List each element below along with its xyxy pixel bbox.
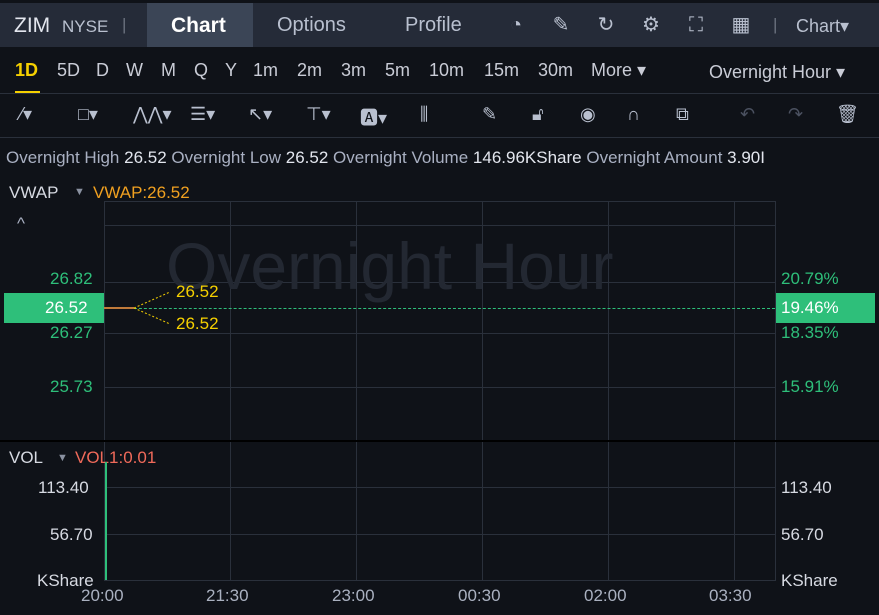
volume-bar: [105, 462, 107, 580]
tab-profile[interactable]: Profile: [405, 14, 462, 37]
tab-chart-label: Chart: [171, 14, 226, 37]
x-label: 03:30: [709, 586, 752, 605]
stats-bar: Overnight High 26.52 Overnight Low 26.52…: [6, 148, 765, 168]
exchange: NYSE: [62, 17, 109, 36]
divider: [0, 137, 879, 138]
y-label: 25.73: [50, 377, 93, 396]
y-pct-label: 15.91%: [781, 377, 839, 396]
tab-chart[interactable]: Chart: [147, 3, 253, 47]
y-label: 26.27: [50, 323, 93, 342]
chart-type-dropdown[interactable]: Chart▾: [796, 16, 849, 37]
divider: |: [773, 15, 778, 34]
divider: |: [122, 15, 127, 34]
gear-icon[interactable]: ⚙: [639, 13, 663, 37]
x-label: 20:00: [81, 586, 124, 605]
stat-label: Overnight Low: [171, 148, 282, 167]
period-5m[interactable]: 5m: [385, 60, 410, 81]
period-3m[interactable]: 3m: [341, 60, 366, 81]
vol-y-label: 113.40: [38, 478, 89, 497]
current-price: 26.52: [45, 298, 88, 317]
vol-unit: KShare: [781, 571, 838, 590]
candle-tool-icon[interactable]: ⫼: [420, 104, 428, 125]
caret-down-icon[interactable]: ▼: [57, 452, 68, 464]
price-series: [104, 307, 134, 309]
text-tool-icon[interactable]: 🅰▾: [360, 104, 387, 130]
current-pct: 19.46%: [781, 298, 839, 317]
y-pct-label: 18.35%: [781, 323, 839, 342]
collapse-icon[interactable]: ^: [17, 214, 25, 234]
undo-icon[interactable]: ↶: [740, 104, 755, 125]
session-dropdown[interactable]: Overnight Hour ▾: [709, 62, 845, 83]
redo-icon[interactable]: ↷: [788, 104, 803, 125]
stat-value: 146.96KShare: [472, 148, 582, 167]
vol-y-label: 113.40: [781, 478, 832, 497]
vwap-indicator-label[interactable]: VWAP: [9, 183, 58, 203]
tab-options[interactable]: Options: [277, 14, 346, 37]
unlock-icon[interactable]: 🔓︎: [532, 104, 544, 125]
vwap-value: VWAP:26.52: [93, 183, 190, 202]
callout-lines: [134, 291, 171, 325]
y-pct-label: 20.79%: [781, 269, 839, 288]
period-m[interactable]: M: [161, 60, 176, 81]
symbol: ZIM: [14, 14, 51, 37]
y-label: 26.82: [50, 269, 93, 288]
line-tool-icon[interactable]: ⁄▾: [20, 104, 32, 125]
period-30m[interactable]: 30m: [538, 60, 573, 81]
refresh-icon[interactable]: ↻: [594, 13, 618, 37]
low-callout: 26.52: [176, 314, 219, 333]
period-q[interactable]: Q: [194, 60, 208, 81]
period-more-dropdown[interactable]: More ▾: [591, 60, 646, 81]
arrow-tool-icon[interactable]: ↖▾: [248, 104, 272, 125]
stat-value: 26.52: [285, 148, 329, 167]
caret-down-icon[interactable]: ▼: [74, 186, 85, 198]
period-w[interactable]: W: [126, 60, 143, 81]
period-1d[interactable]: 1D: [15, 60, 38, 81]
vol-value: VOL1:0.01: [75, 448, 157, 467]
divider: [0, 93, 879, 94]
stat-value: 3.90I: [727, 148, 765, 167]
x-label: 00:30: [458, 586, 501, 605]
period-5d[interactable]: 5D: [57, 60, 80, 81]
pencil-icon[interactable]: ✎: [482, 104, 497, 125]
stat-label: Overnight Amount: [586, 148, 723, 167]
vol-y-label: 56.70: [781, 525, 824, 544]
period-y[interactable]: Y: [225, 60, 237, 81]
period-10m[interactable]: 10m: [429, 60, 464, 81]
speedometer-icon[interactable]: ◔: [504, 13, 528, 37]
x-label: 02:00: [584, 586, 627, 605]
fullscreen-icon[interactable]: ⛶: [684, 13, 708, 37]
period-d[interactable]: D: [96, 60, 109, 81]
grid-layout-icon[interactable]: ▦: [729, 13, 753, 37]
top-bar: ZIM NYSE | Chart Options Profile ◔ ✎ ↻ ⚙…: [0, 3, 879, 47]
vol-y-label: 56.70: [50, 525, 93, 544]
stat-label: Overnight Volume: [333, 148, 469, 167]
vol-indicator-label[interactable]: VOL: [9, 448, 43, 468]
x-label: 23:00: [332, 586, 375, 605]
stat-label: Overnight High: [6, 148, 120, 167]
measure-tool-icon[interactable]: ⊤▾: [306, 104, 331, 125]
trash-icon[interactable]: 🗑︎: [836, 104, 859, 125]
edit-icon[interactable]: ✎: [549, 13, 573, 37]
pattern-tool-icon[interactable]: ⋀⋀▾: [133, 104, 172, 125]
copy-icon[interactable]: ⧉: [676, 104, 689, 125]
period-15m[interactable]: 15m: [484, 60, 519, 81]
period-1m[interactable]: 1m: [253, 60, 278, 81]
magnet-icon[interactable]: ∩: [627, 104, 640, 125]
stat-value: 26.52: [124, 148, 167, 167]
fib-tool-icon[interactable]: ☰▾: [190, 104, 215, 125]
price-line: [104, 308, 775, 309]
period-2m[interactable]: 2m: [297, 60, 322, 81]
current-price-tag: 26.52: [4, 293, 104, 323]
x-label: 21:30: [206, 586, 249, 605]
high-callout: 26.52: [176, 282, 219, 301]
watermark: Overnight Hour: [166, 229, 614, 303]
eye-icon[interactable]: ◉: [580, 104, 596, 125]
rectangle-tool-icon[interactable]: □▾: [78, 104, 98, 125]
current-pct-tag: 19.46%: [776, 293, 875, 323]
